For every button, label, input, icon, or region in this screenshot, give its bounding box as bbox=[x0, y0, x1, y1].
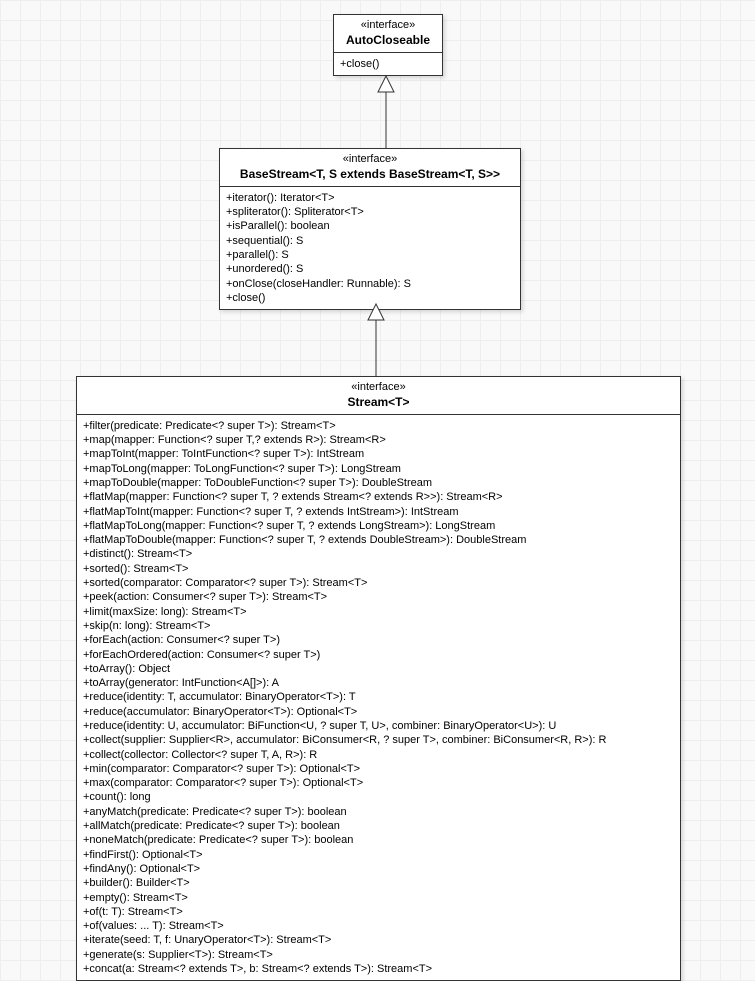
member-row: +toArray(): Object bbox=[83, 662, 674, 676]
class-header: «interface» AutoCloseable bbox=[334, 15, 442, 53]
members-list: +filter(predicate: Predicate<? super T>)… bbox=[77, 415, 680, 981]
member-row: +reduce(accumulator: BinaryOperator<T>):… bbox=[83, 705, 674, 719]
member-row: +skip(n: long): Stream<T> bbox=[83, 619, 674, 633]
stereotype: «interface» bbox=[226, 153, 514, 167]
class-header: «interface» BaseStream<T, S extends Base… bbox=[220, 149, 520, 187]
member-row: +sequential(): S bbox=[226, 234, 514, 248]
member-row: +close() bbox=[226, 291, 514, 305]
class-autocloseable: «interface» AutoCloseable +close() bbox=[333, 14, 443, 76]
members-list: +iterator(): Iterator<T>+spliterator(): … bbox=[220, 187, 520, 309]
member-row: +sorted(comparator: Comparator<? super T… bbox=[83, 576, 674, 590]
interface-name: Stream<T> bbox=[83, 395, 674, 410]
member-row: +flatMapToDouble(mapper: Function<? supe… bbox=[83, 533, 674, 547]
class-basestream: «interface» BaseStream<T, S extends Base… bbox=[219, 148, 521, 310]
member-row: +forEach(action: Consumer<? super T>) bbox=[83, 633, 674, 647]
stereotype: «interface» bbox=[83, 381, 674, 395]
member-row: +reduce(identity: U, accumulator: BiFunc… bbox=[83, 719, 674, 733]
member-row: +count(): long bbox=[83, 790, 674, 804]
member-row: +concat(a: Stream<? extends T>, b: Strea… bbox=[83, 962, 674, 976]
member-row: +distinct(): Stream<T> bbox=[83, 547, 674, 561]
member-row: +anyMatch(predicate: Predicate<? super T… bbox=[83, 805, 674, 819]
member-row: +unordered(): S bbox=[226, 262, 514, 276]
member-row: +of(t: T): Stream<T> bbox=[83, 905, 674, 919]
member-row: +findAny(): Optional<T> bbox=[83, 862, 674, 876]
member-row: +spliterator(): Spliterator<T> bbox=[226, 205, 514, 219]
member-row: +empty(): Stream<T> bbox=[83, 891, 674, 905]
member-row: +peek(action: Consumer<? super T>): Stre… bbox=[83, 590, 674, 604]
class-stream: «interface» Stream<T> +filter(predicate:… bbox=[76, 376, 681, 981]
member-row: +mapToDouble(mapper: ToDoubleFunction<? … bbox=[83, 476, 674, 490]
member-row: +sorted(): Stream<T> bbox=[83, 562, 674, 576]
member-row: +limit(maxSize: long): Stream<T> bbox=[83, 605, 674, 619]
member-row: +min(comparator: Comparator<? super T>):… bbox=[83, 762, 674, 776]
member-row: +flatMapToInt(mapper: Function<? super T… bbox=[83, 505, 674, 519]
interface-name: BaseStream<T, S extends BaseStream<T, S>… bbox=[226, 167, 514, 182]
member-row: +iterator(): Iterator<T> bbox=[226, 191, 514, 205]
member-row: +flatMap(mapper: Function<? super T, ? e… bbox=[83, 490, 674, 504]
member-row: +iterate(seed: T, f: UnaryOperator<T>): … bbox=[83, 933, 674, 947]
member-row: +collect(supplier: Supplier<R>, accumula… bbox=[83, 733, 674, 747]
member-row: +forEachOrdered(action: Consumer<? super… bbox=[83, 648, 674, 662]
member-row: +noneMatch(predicate: Predicate<? super … bbox=[83, 833, 674, 847]
interface-name: AutoCloseable bbox=[340, 33, 436, 48]
member-row: +close() bbox=[340, 57, 436, 71]
member-row: +reduce(identity: T, accumulator: Binary… bbox=[83, 690, 674, 704]
member-row: +parallel(): S bbox=[226, 248, 514, 262]
member-row: +flatMapToLong(mapper: Function<? super … bbox=[83, 519, 674, 533]
stereotype: «interface» bbox=[340, 19, 436, 33]
member-row: +findFirst(): Optional<T> bbox=[83, 848, 674, 862]
member-row: +onClose(closeHandler: Runnable): S bbox=[226, 277, 514, 291]
class-header: «interface» Stream<T> bbox=[77, 377, 680, 415]
member-row: +builder(): Builder<T> bbox=[83, 876, 674, 890]
member-row: +max(comparator: Comparator<? super T>):… bbox=[83, 776, 674, 790]
member-row: +mapToLong(mapper: ToLongFunction<? supe… bbox=[83, 462, 674, 476]
member-row: +collect(collector: Collector<? super T,… bbox=[83, 748, 674, 762]
members-list: +close() bbox=[334, 53, 442, 75]
member-row: +filter(predicate: Predicate<? super T>)… bbox=[83, 419, 674, 433]
member-row: +toArray(generator: IntFunction<A[]>): A bbox=[83, 676, 674, 690]
member-row: +generate(s: Supplier<T>): Stream<T> bbox=[83, 948, 674, 962]
member-row: +of(values: ... T): Stream<T> bbox=[83, 919, 674, 933]
member-row: +map(mapper: Function<? super T,? extend… bbox=[83, 433, 674, 447]
member-row: +isParallel(): boolean bbox=[226, 219, 514, 233]
member-row: +mapToInt(mapper: ToIntFunction<? super … bbox=[83, 447, 674, 461]
member-row: +allMatch(predicate: Predicate<? super T… bbox=[83, 819, 674, 833]
